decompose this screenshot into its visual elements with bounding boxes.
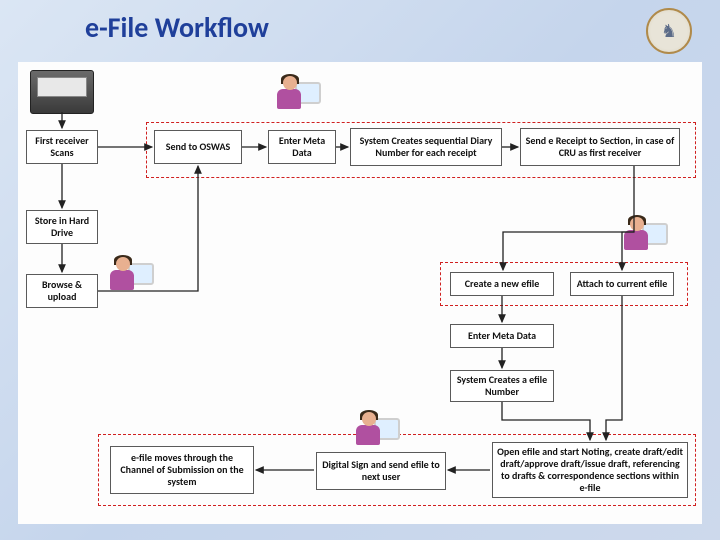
emblem-icon: ♞ [646, 8, 692, 54]
box-first-receiver-scans: First receiver Scans [26, 130, 98, 164]
box-open-efile-noting: Open efile and start Noting, create draf… [492, 442, 688, 498]
box-store-hard-drive: Store in Hard Drive [26, 210, 98, 244]
operator-icon [102, 257, 144, 299]
diagram-canvas: First receiver Scans Store in Hard Drive… [18, 62, 702, 524]
page-title: e-File Workflow [85, 10, 269, 45]
box-create-new-efile: Create a new efile [450, 272, 554, 296]
box-efile-number: System Creates a efile Number [450, 370, 554, 402]
box-enter-meta-data-1: Enter Meta Data [268, 130, 336, 164]
box-digital-sign-send: Digital Sign and send efile to next user [316, 452, 446, 490]
box-enter-meta-data-2: Enter Meta Data [450, 324, 554, 348]
operator-icon [269, 76, 311, 118]
box-browse-upload: Browse & upload [26, 274, 98, 308]
box-send-e-receipt: Send e Receipt to Section, in case of CR… [520, 128, 680, 166]
box-efile-moves-channel: e-file moves through the Channel of Subm… [110, 446, 254, 494]
operator-icon [348, 412, 390, 454]
scanner-image [30, 70, 94, 114]
box-send-oswas: Send to OSWAS [154, 130, 242, 164]
box-diary-number: System Creates sequential Diary Number f… [350, 128, 502, 166]
box-attach-current-efile: Attach to current efile [570, 272, 674, 296]
operator-icon [616, 217, 658, 259]
